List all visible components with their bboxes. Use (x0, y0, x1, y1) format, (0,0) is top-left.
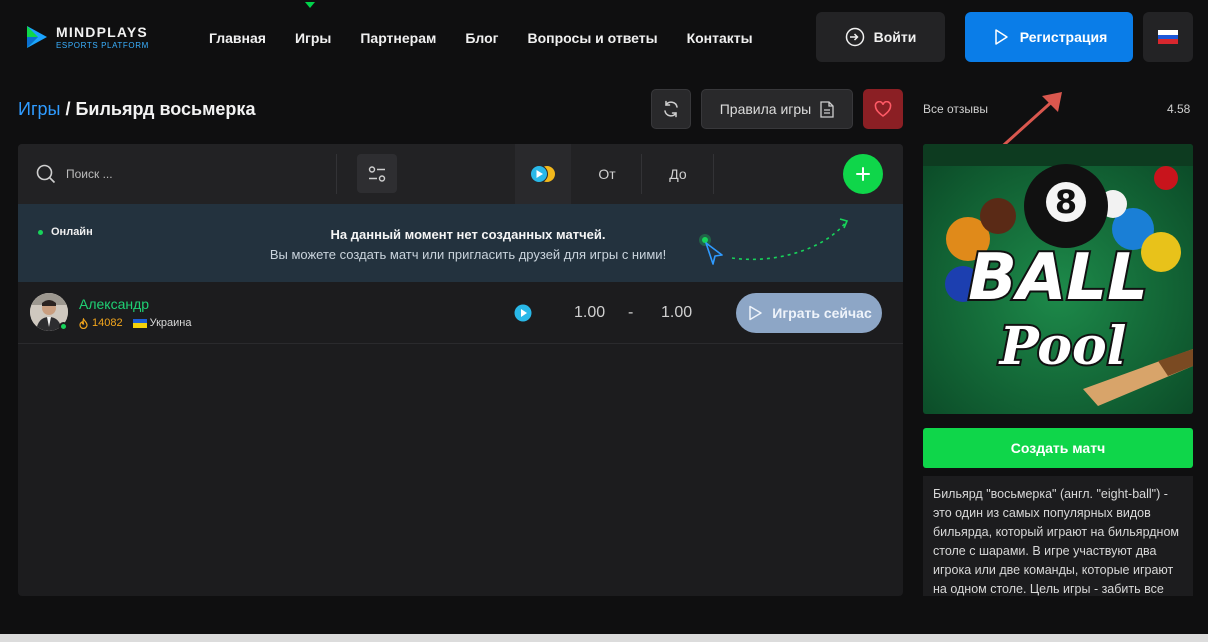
ukraine-flag-icon (132, 318, 147, 328)
nav-item-partners[interactable]: Партнерам (360, 30, 436, 46)
plus-icon (856, 167, 870, 181)
register-label: Регистрация (1019, 29, 1108, 45)
breadcrumb-separator: / (60, 99, 76, 119)
banner-text: Вы можете создать матч или пригласить др… (269, 247, 667, 262)
bet-to-value: 1.00 (661, 304, 693, 321)
create-match-plus-button[interactable] (843, 154, 883, 194)
create-match-button[interactable]: Создать матч (923, 428, 1193, 468)
russian-flag-icon (1158, 30, 1178, 45)
all-reviews-link[interactable]: Все отзывы (923, 102, 988, 116)
coins-icon (530, 165, 555, 183)
page-title: Бильярд восьмерка (75, 99, 256, 119)
online-indicator: Онлайн (38, 226, 93, 238)
cover-title: BALL (968, 241, 1148, 315)
nav-item-faq[interactable]: Вопросы и ответы (528, 30, 658, 46)
login-icon (845, 27, 864, 47)
matches-panel: Поиск ... От До Онлайн На данный момент … (18, 144, 903, 596)
site-header: MINDPLAYS ESPORTS PLATFORM Главная Игры … (0, 0, 1208, 78)
nav-item-home[interactable]: Главная (209, 30, 266, 46)
online-label: Онлайн (51, 226, 93, 238)
online-status-dot (59, 322, 68, 331)
logo[interactable]: MINDPLAYS ESPORTS PLATFORM (26, 24, 149, 50)
logo-title: MINDPLAYS (56, 23, 148, 40)
cover-number: 8 (1055, 183, 1077, 221)
document-icon (820, 100, 834, 118)
game-rules-label: Правила игры (719, 101, 812, 117)
nav-item-blog[interactable]: Блог (465, 30, 498, 46)
toolbar-divider (713, 154, 714, 194)
language-button[interactable] (1143, 12, 1193, 62)
currency-coin-icon (514, 304, 532, 322)
cover-subtitle: Pool (998, 316, 1127, 377)
search-icon (36, 164, 56, 184)
reviews-score: 4.58 (1167, 102, 1191, 116)
taskbar-strip (0, 634, 1208, 642)
filter-button[interactable] (357, 154, 397, 193)
register-button[interactable]: Регистрация (965, 12, 1133, 62)
empty-matches-banner: Онлайн На данный момент нет созданных ма… (18, 204, 903, 282)
player-rating: 14082 (92, 317, 123, 329)
login-button[interactable]: Войти (816, 12, 945, 62)
filter-icon (368, 165, 386, 182)
login-label: Войти (873, 29, 917, 45)
match-row[interactable]: Александр 14082 Украина 1.00 - 1.00 Игра… (18, 282, 903, 344)
breadcrumb: Игры / Бильярд восьмерка (18, 99, 255, 120)
play-outline-icon (994, 29, 1008, 45)
game-rules-button[interactable]: Правила игры (701, 89, 853, 129)
player-country-label: Украина (149, 317, 192, 329)
player-name[interactable]: Александр (79, 296, 149, 312)
bet-range-separator: - (628, 304, 634, 321)
currency-filter[interactable] (515, 144, 571, 204)
banner-title: На данный момент нет созданных матчей. (330, 227, 606, 242)
favorite-button[interactable] (863, 89, 903, 129)
online-dot (38, 229, 43, 235)
refresh-icon (664, 100, 678, 118)
logo-icon (27, 26, 47, 48)
bet-from-filter[interactable]: От (573, 144, 641, 204)
breadcrumb-games-link[interactable]: Игры (18, 99, 60, 119)
refresh-button[interactable] (651, 89, 691, 129)
toolbar-divider (336, 154, 337, 194)
nav-item-games[interactable]: Игры (295, 2, 331, 46)
toolbar-divider (641, 154, 642, 194)
cursor-illustration-icon (699, 218, 849, 265)
game-description: Бильярд "восьмерка" (англ. "eight-ball")… (923, 476, 1193, 596)
search-input[interactable]: Поиск ... (66, 167, 113, 181)
main-nav: Главная Игры Партнерам Блог Вопросы и от… (209, 2, 782, 46)
play-outline-icon (749, 305, 763, 321)
game-cover-image: 8 BALL Pool (923, 144, 1193, 414)
flame-icon (79, 317, 88, 329)
bet-from-value: 1.00 (574, 304, 606, 321)
player-meta: 14082 Украина (79, 317, 191, 329)
search-box[interactable]: Поиск ... (36, 164, 113, 184)
heart-icon (874, 101, 892, 117)
play-now-label: Играть сейчас (772, 305, 872, 321)
logo-subtitle: ESPORTS PLATFORM (56, 40, 149, 50)
player-country: Украина (132, 317, 192, 329)
nav-item-contacts[interactable]: Контакты (687, 30, 753, 46)
play-now-button[interactable]: Играть сейчас (736, 293, 882, 333)
matches-toolbar: Поиск ... От До (18, 144, 903, 204)
bet-to-filter[interactable]: До (643, 144, 713, 204)
